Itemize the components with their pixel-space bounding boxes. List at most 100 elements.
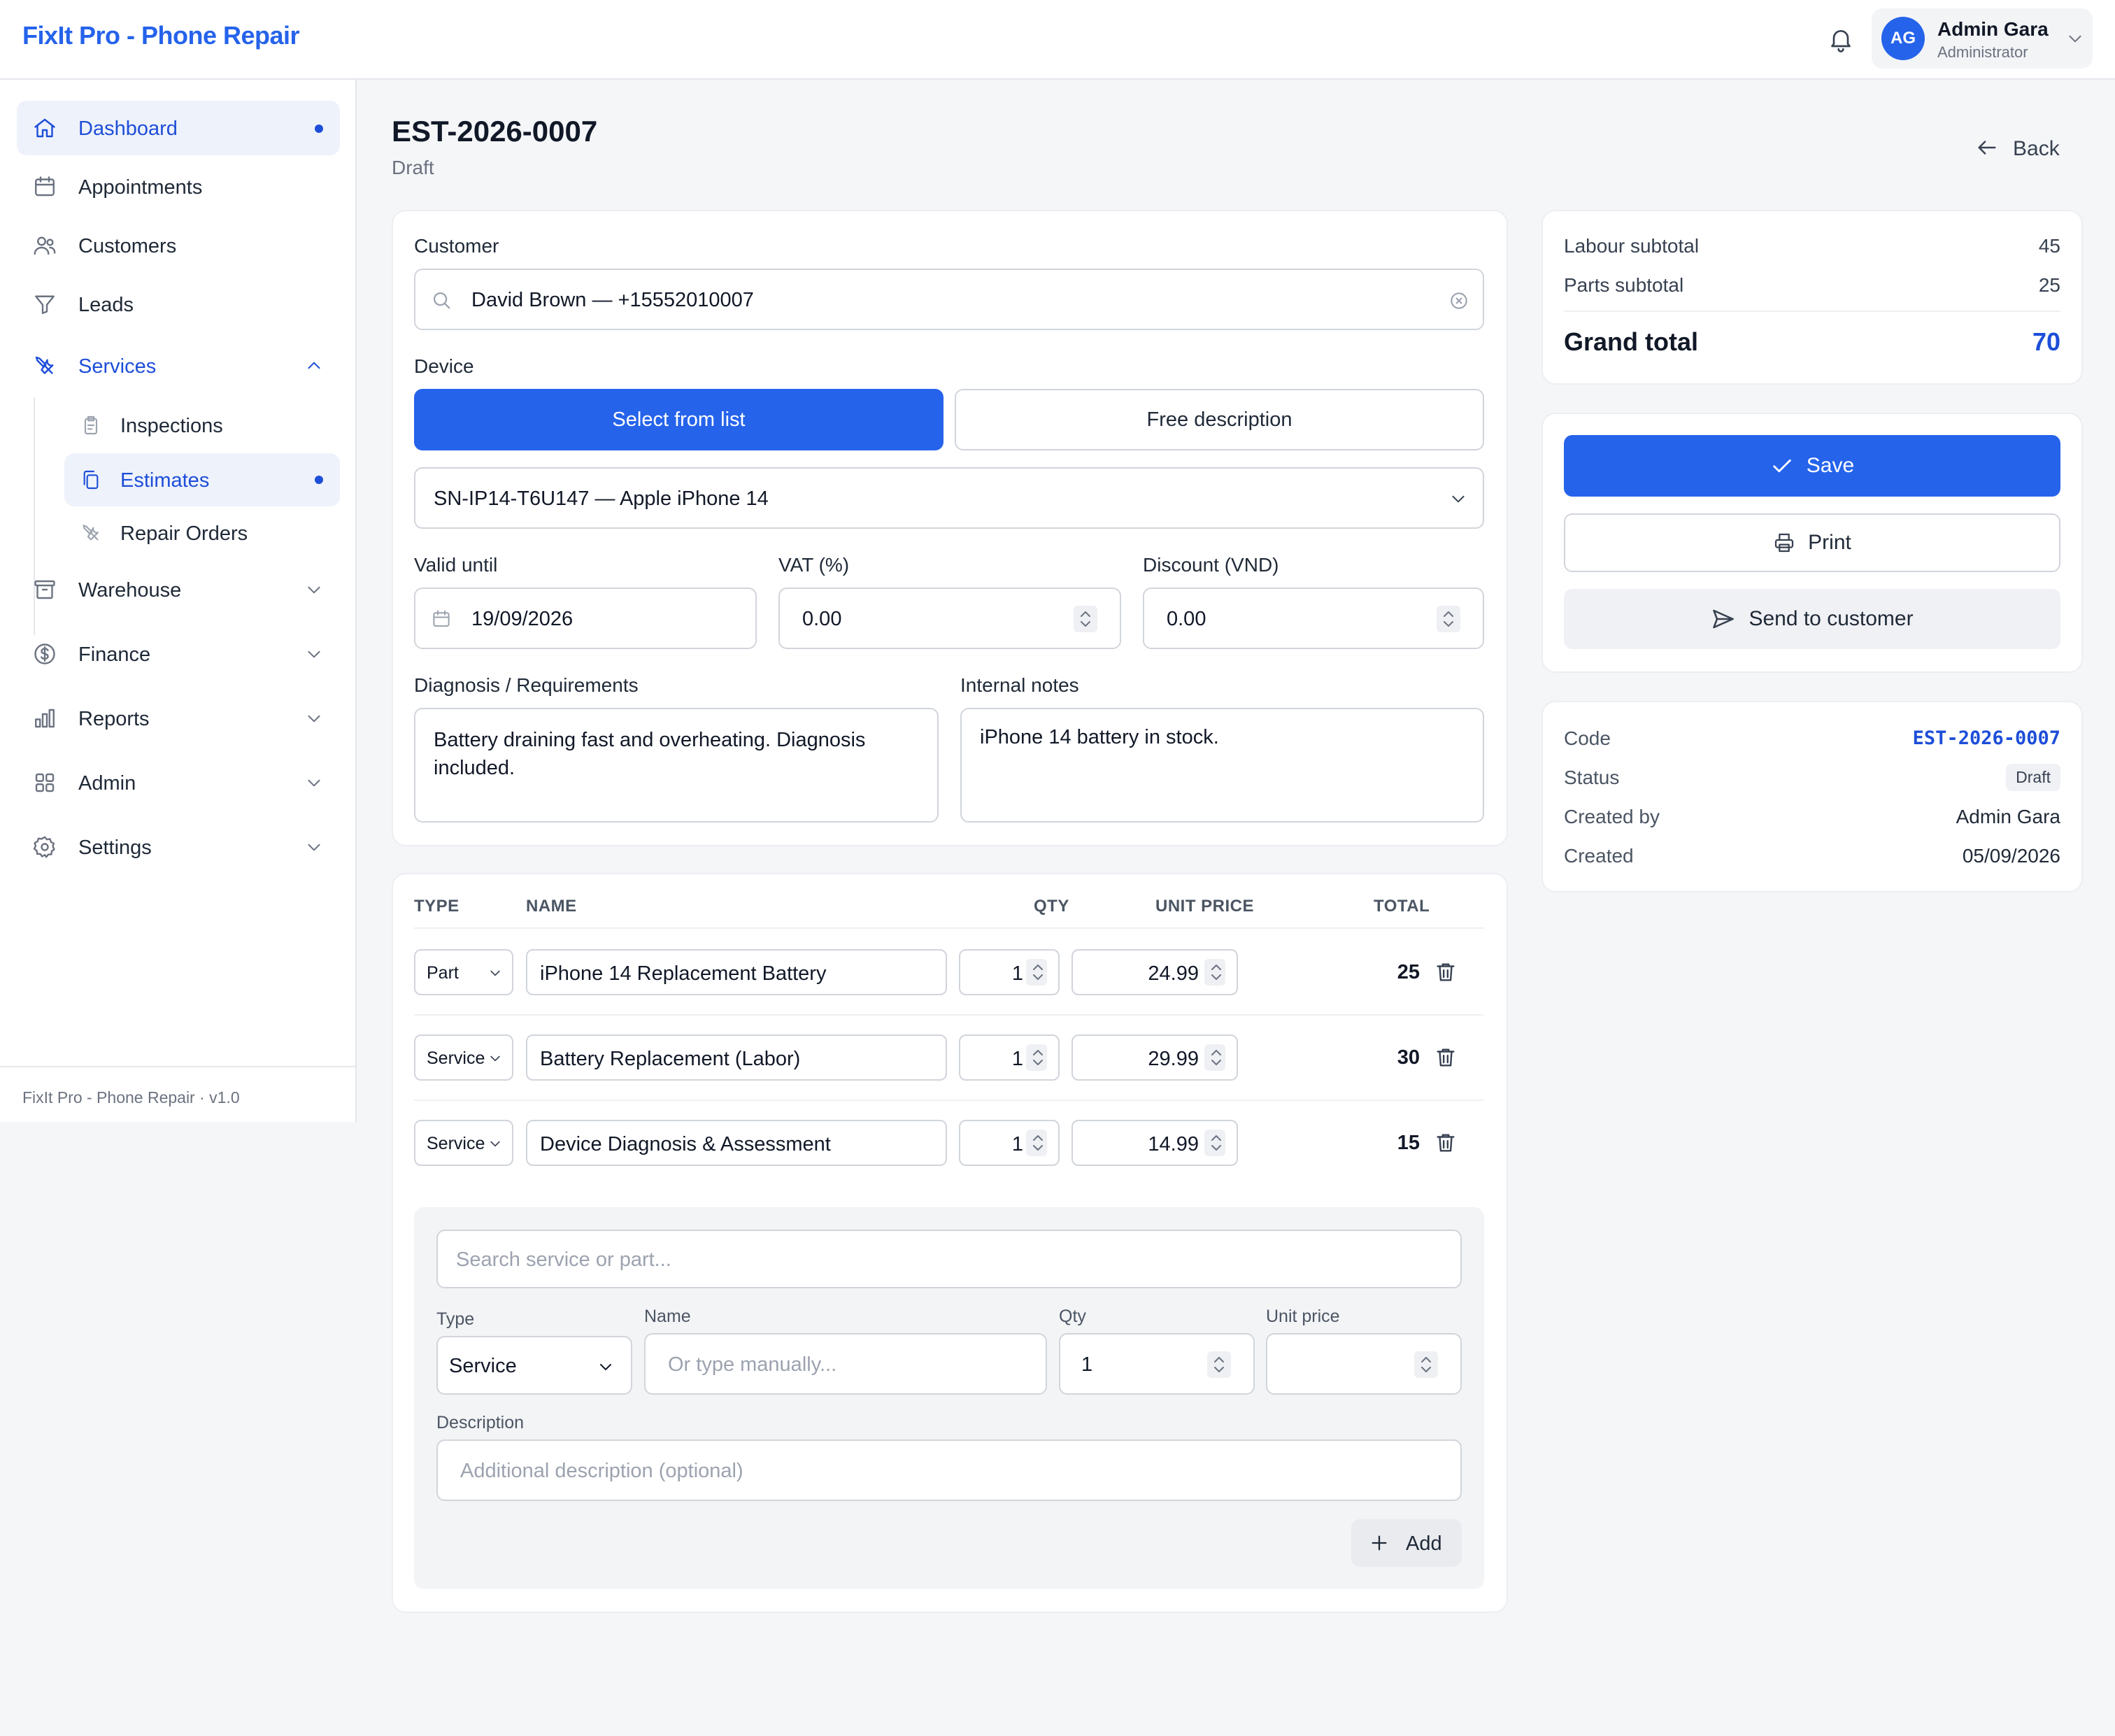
print-button[interactable]: Print — [1564, 513, 2060, 572]
row-qty-stepper[interactable] — [1026, 959, 1047, 986]
column-header-total: TOTAL — [1374, 897, 1430, 916]
row-qty-stepper[interactable] — [1026, 1044, 1047, 1071]
diagnosis-textarea[interactable]: Battery draining fast and overheating. D… — [414, 708, 939, 823]
meta-status-row: Status Draft — [1564, 764, 2060, 791]
row-unit-price-input[interactable]: 29.99 — [1071, 1034, 1238, 1081]
sidebar-item-admin[interactable]: Admin — [17, 755, 340, 810]
customer-search-field[interactable]: David Brown — +15552010007 — [414, 269, 1484, 330]
internal-notes-textarea[interactable]: iPhone 14 battery in stock. — [960, 708, 1484, 823]
save-button[interactable]: Save — [1564, 435, 2060, 497]
sidebar-item-label: Repair Orders — [120, 522, 248, 545]
row-unit-price-input[interactable]: 24.99 — [1071, 949, 1238, 995]
row-unit-price-input[interactable]: 14.99 — [1071, 1120, 1238, 1166]
row-type-select[interactable]: Service — [414, 1034, 513, 1081]
row-qty-input[interactable]: 1 — [959, 949, 1060, 995]
sidebar-item-dashboard[interactable]: Dashboard — [17, 101, 340, 155]
row-type-value: Service — [427, 1048, 485, 1068]
clear-icon[interactable] — [1448, 290, 1470, 312]
add-qty-input[interactable]: 1 — [1059, 1333, 1255, 1395]
app-brand[interactable]: FixIt Pro - Phone Repair — [22, 21, 300, 50]
row-unit-price-value: 24.99 — [1148, 962, 1199, 985]
meta-code-value[interactable]: EST-2026-0007 — [1913, 727, 2060, 749]
item-search-input[interactable]: Search service or part... — [436, 1230, 1462, 1288]
chevron-down-icon — [308, 650, 320, 658]
sidebar-item-services[interactable]: Services — [17, 339, 340, 393]
page-title: EST-2026-0007 — [392, 115, 598, 148]
device-mode-free-button[interactable]: Free description — [955, 389, 1484, 450]
sidebar-item-settings[interactable]: Settings — [17, 820, 340, 874]
add-price-stepper[interactable] — [1414, 1351, 1438, 1378]
parts-subtotal-row: Parts subtotal 25 — [1564, 274, 2060, 297]
send-to-customer-button[interactable]: Send to customer — [1564, 589, 2060, 649]
sidebar-item-label: Leads — [78, 294, 134, 316]
printer-icon — [1775, 533, 1794, 553]
home-icon — [34, 118, 55, 138]
vat-stepper[interactable] — [1074, 606, 1097, 632]
sidebar-item-repair-orders[interactable]: Repair Orders — [64, 506, 340, 560]
funnel-icon — [35, 295, 55, 314]
valid-until-value: 19/09/2026 — [471, 608, 574, 630]
trash-icon[interactable] — [1434, 1046, 1458, 1069]
sidebar-item-customers[interactable]: Customers — [17, 218, 340, 273]
row-qty-input[interactable]: 1 — [959, 1034, 1060, 1081]
row-name-input[interactable]: Battery Replacement (Labor) — [526, 1034, 947, 1081]
print-label: Print — [1808, 531, 1851, 554]
row-name-input[interactable]: Device Diagnosis & Assessment — [526, 1120, 947, 1166]
stepper-arrows-icon — [1214, 1357, 1224, 1372]
tools-icon — [35, 356, 54, 374]
add-type-select[interactable]: Service — [436, 1336, 632, 1395]
row-type-select[interactable]: Service — [414, 1120, 513, 1166]
chevron-down-icon — [600, 1364, 611, 1370]
back-button[interactable]: Back — [1965, 130, 2091, 165]
add-name-input[interactable]: Or type manually... — [644, 1333, 1047, 1395]
device-select[interactable]: SN-IP14-T6U147 — Apple iPhone 14 — [414, 467, 1484, 529]
row-qty-stepper[interactable] — [1026, 1130, 1047, 1156]
chevron-down-icon — [308, 715, 320, 723]
sidebar-item-reports[interactable]: Reports — [17, 691, 340, 746]
sidebar-item-warehouse[interactable]: Warehouse — [17, 562, 340, 617]
row-divider — [414, 1100, 1484, 1101]
chevron-down-icon — [2069, 35, 2081, 43]
add-description-placeholder: Additional description (optional) — [460, 1460, 743, 1482]
labour-subtotal-label: Labour subtotal — [1564, 235, 1700, 257]
send-label: Send to customer — [1749, 607, 1914, 630]
row-name-input[interactable]: iPhone 14 Replacement Battery — [526, 949, 947, 995]
notification-bell-icon[interactable] — [1827, 25, 1855, 53]
row-qty-input[interactable]: 1 — [959, 1120, 1060, 1166]
row-type-select[interactable]: Part — [414, 949, 513, 995]
avatar: AG — [1881, 17, 1925, 60]
chevron-down-icon — [490, 1141, 500, 1147]
grand-total-row: Grand total 70 — [1564, 327, 2060, 357]
chevron-up-icon — [308, 362, 320, 369]
row-price-stepper[interactable] — [1204, 1130, 1225, 1156]
trash-icon[interactable] — [1434, 960, 1458, 984]
add-unit-price-input[interactable] — [1266, 1333, 1462, 1395]
sidebar-item-label: Estimates — [120, 469, 210, 492]
discount-field[interactable]: 0.00 — [1143, 588, 1484, 649]
chevron-down-icon — [308, 779, 320, 787]
sidebar-item-finance[interactable]: Finance — [17, 627, 340, 681]
discount-stepper[interactable] — [1437, 606, 1460, 632]
add-item-button[interactable]: Add — [1351, 1519, 1462, 1567]
vat-field[interactable]: 0.00 — [778, 588, 1121, 649]
add-description-input[interactable]: Additional description (optional) — [436, 1439, 1462, 1501]
row-price-stepper[interactable] — [1204, 1044, 1225, 1071]
sidebar-item-inspections[interactable]: Inspections — [64, 399, 340, 452]
tools-icon — [83, 525, 99, 541]
column-header-name: NAME — [526, 897, 577, 916]
valid-until-field[interactable]: 19/09/2026 — [414, 588, 757, 649]
user-menu[interactable]: AG Admin Gara Administrator — [1872, 8, 2093, 69]
row-name-value: iPhone 14 Replacement Battery — [540, 962, 827, 985]
row-price-stepper[interactable] — [1204, 959, 1225, 986]
sidebar-item-estimates[interactable]: Estimates — [64, 453, 340, 506]
sidebar-item-label: Appointments — [78, 176, 203, 199]
sidebar-item-leads[interactable]: Leads — [17, 277, 340, 332]
sidebar-item-label: Admin — [78, 772, 136, 795]
trash-icon[interactable] — [1434, 1131, 1458, 1155]
discount-label: Discount (VND) — [1143, 554, 1279, 576]
add-qty-stepper[interactable] — [1207, 1351, 1231, 1378]
sidebar-item-appointments[interactable]: Appointments — [17, 159, 340, 214]
calendar-icon — [35, 176, 55, 197]
row-total: 15 — [1397, 1132, 1420, 1154]
device-mode-list-button[interactable]: Select from list — [414, 389, 943, 450]
